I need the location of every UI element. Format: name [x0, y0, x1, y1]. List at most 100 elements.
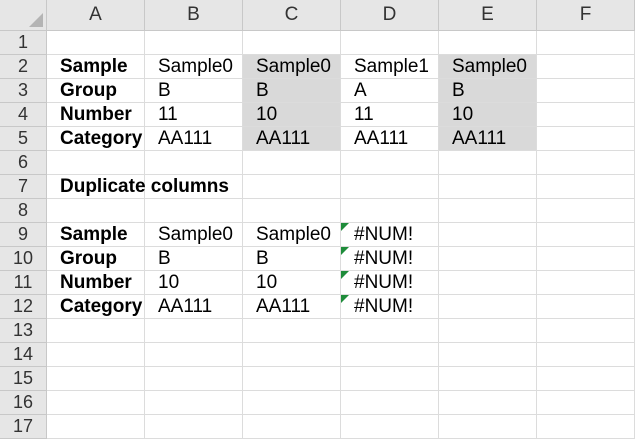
column-header-d[interactable]: D	[341, 0, 439, 31]
cell-c3[interactable]: B	[243, 79, 341, 103]
cell-f2[interactable]	[537, 55, 635, 79]
error-indicator-icon[interactable]	[341, 223, 349, 231]
error-indicator-icon[interactable]	[341, 247, 349, 255]
cell-f5[interactable]	[537, 127, 635, 151]
cell-f8[interactable]	[537, 199, 635, 223]
row-header-5[interactable]: 5	[0, 127, 47, 151]
row-header-14[interactable]: 14	[0, 343, 47, 367]
cell-e16[interactable]	[439, 391, 537, 415]
cell-e8[interactable]	[439, 199, 537, 223]
cell-f17[interactable]	[537, 415, 635, 439]
cell-f9[interactable]	[537, 223, 635, 247]
cell-a10[interactable]: Group	[47, 247, 145, 271]
cell-d7[interactable]	[341, 175, 439, 199]
cell-d9[interactable]: #NUM!	[341, 223, 439, 247]
cell-f15[interactable]	[537, 367, 635, 391]
cell-c15[interactable]	[243, 367, 341, 391]
cell-b9[interactable]: Sample0	[145, 223, 243, 247]
cell-e6[interactable]	[439, 151, 537, 175]
cell-d2[interactable]: Sample1	[341, 55, 439, 79]
cell-d6[interactable]	[341, 151, 439, 175]
cell-c6[interactable]	[243, 151, 341, 175]
cell-f1[interactable]	[537, 31, 635, 55]
cell-d14[interactable]	[341, 343, 439, 367]
cell-f7[interactable]	[537, 175, 635, 199]
cell-a6[interactable]	[47, 151, 145, 175]
cell-c11[interactable]: 10	[243, 271, 341, 295]
column-header-f[interactable]: F	[537, 0, 635, 31]
cell-b16[interactable]	[145, 391, 243, 415]
cell-d17[interactable]	[341, 415, 439, 439]
cell-a11[interactable]: Number	[47, 271, 145, 295]
cell-b17[interactable]	[145, 415, 243, 439]
cell-b1[interactable]	[145, 31, 243, 55]
cell-f6[interactable]	[537, 151, 635, 175]
cell-a15[interactable]	[47, 367, 145, 391]
cell-c4[interactable]: 10	[243, 103, 341, 127]
cell-c1[interactable]	[243, 31, 341, 55]
cell-c7[interactable]	[243, 175, 341, 199]
cell-b8[interactable]	[145, 199, 243, 223]
cell-c5[interactable]: AA111	[243, 127, 341, 151]
cell-a3[interactable]: Group	[47, 79, 145, 103]
cell-e11[interactable]	[439, 271, 537, 295]
cell-b4[interactable]: 11	[145, 103, 243, 127]
row-header-6[interactable]: 6	[0, 151, 47, 175]
cell-a4[interactable]: Number	[47, 103, 145, 127]
cell-b5[interactable]: AA111	[145, 127, 243, 151]
cell-f4[interactable]	[537, 103, 635, 127]
cell-e4[interactable]: 10	[439, 103, 537, 127]
row-header-15[interactable]: 15	[0, 367, 47, 391]
cell-b11[interactable]: 10	[145, 271, 243, 295]
cell-e1[interactable]	[439, 31, 537, 55]
cell-f10[interactable]	[537, 247, 635, 271]
cell-b14[interactable]	[145, 343, 243, 367]
cell-a16[interactable]	[47, 391, 145, 415]
cell-d10[interactable]: #NUM!	[341, 247, 439, 271]
cell-b12[interactable]: AA111	[145, 295, 243, 319]
cell-a9[interactable]: Sample	[47, 223, 145, 247]
row-header-4[interactable]: 4	[0, 103, 47, 127]
cell-b10[interactable]: B	[145, 247, 243, 271]
cell-a2[interactable]: Sample	[47, 55, 145, 79]
cell-b2[interactable]: Sample0	[145, 55, 243, 79]
cell-a13[interactable]	[47, 319, 145, 343]
cell-d5[interactable]: AA111	[341, 127, 439, 151]
row-header-9[interactable]: 9	[0, 223, 47, 247]
cell-b13[interactable]	[145, 319, 243, 343]
row-header-2[interactable]: 2	[0, 55, 47, 79]
cell-e14[interactable]	[439, 343, 537, 367]
cell-c8[interactable]	[243, 199, 341, 223]
cell-f13[interactable]	[537, 319, 635, 343]
row-header-13[interactable]: 13	[0, 319, 47, 343]
row-header-16[interactable]: 16	[0, 391, 47, 415]
cell-f14[interactable]	[537, 343, 635, 367]
cell-e7[interactable]	[439, 175, 537, 199]
error-indicator-icon[interactable]	[341, 295, 349, 303]
row-header-10[interactable]: 10	[0, 247, 47, 271]
row-header-12[interactable]: 12	[0, 295, 47, 319]
cell-a12[interactable]: Category	[47, 295, 145, 319]
cell-e2[interactable]: Sample0	[439, 55, 537, 79]
cell-c13[interactable]	[243, 319, 341, 343]
cell-d13[interactable]	[341, 319, 439, 343]
row-header-8[interactable]: 8	[0, 199, 47, 223]
column-header-e[interactable]: E	[439, 0, 537, 31]
cell-e10[interactable]	[439, 247, 537, 271]
column-header-b[interactable]: B	[145, 0, 243, 31]
cell-f3[interactable]	[537, 79, 635, 103]
cell-b15[interactable]	[145, 367, 243, 391]
cell-e12[interactable]	[439, 295, 537, 319]
cell-a8[interactable]	[47, 199, 145, 223]
cell-a5[interactable]: Category	[47, 127, 145, 151]
column-header-c[interactable]: C	[243, 0, 341, 31]
cell-d11[interactable]: #NUM!	[341, 271, 439, 295]
cell-b3[interactable]: B	[145, 79, 243, 103]
cell-d3[interactable]: A	[341, 79, 439, 103]
cell-f16[interactable]	[537, 391, 635, 415]
cell-e9[interactable]	[439, 223, 537, 247]
error-indicator-icon[interactable]	[341, 271, 349, 279]
cell-c10[interactable]: B	[243, 247, 341, 271]
column-header-a[interactable]: A	[47, 0, 145, 31]
cell-d4[interactable]: 11	[341, 103, 439, 127]
